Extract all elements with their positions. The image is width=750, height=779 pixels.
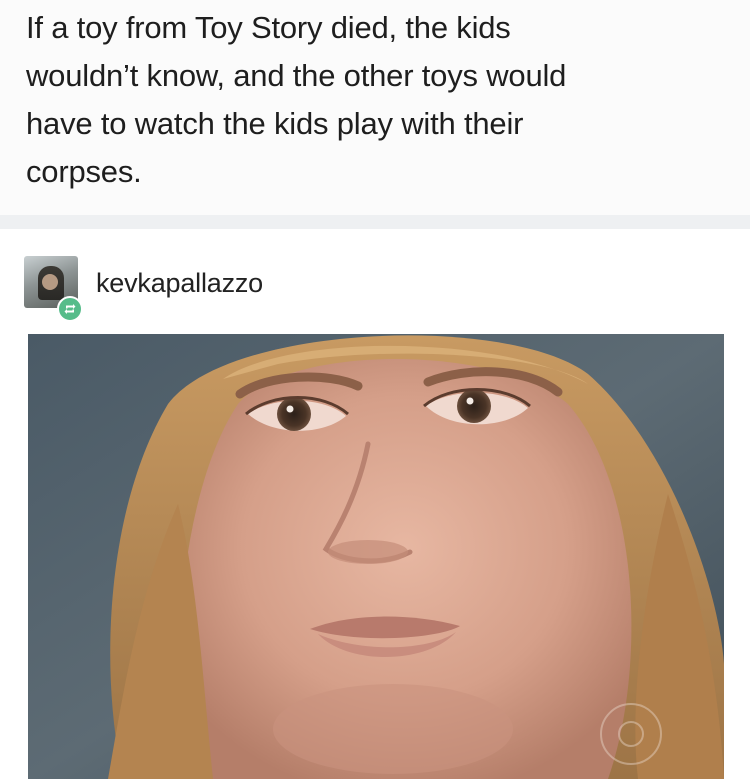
post-text-line: have to watch the kids play with their (26, 106, 524, 141)
post-text-block: If a toy from Toy Story died, the kids wo… (0, 0, 750, 215)
reaction-photo (28, 334, 724, 779)
post-text: If a toy from Toy Story died, the kids wo… (26, 4, 726, 196)
reblog-icon (57, 296, 83, 322)
reaction-photo-art (28, 334, 724, 779)
post-text-line: wouldn’t know, and the other toys would (26, 58, 567, 93)
reblog-header: kevkapallazzo (0, 229, 750, 333)
avatar-face (42, 274, 58, 290)
post-text-line: corpses. (26, 154, 142, 189)
post-separator (0, 215, 750, 229)
post-card: If a toy from Toy Story died, the kids wo… (0, 0, 750, 779)
reblog-username[interactable]: kevkapallazzo (96, 267, 263, 299)
post-text-line: If a toy from Toy Story died, the kids (26, 10, 511, 45)
